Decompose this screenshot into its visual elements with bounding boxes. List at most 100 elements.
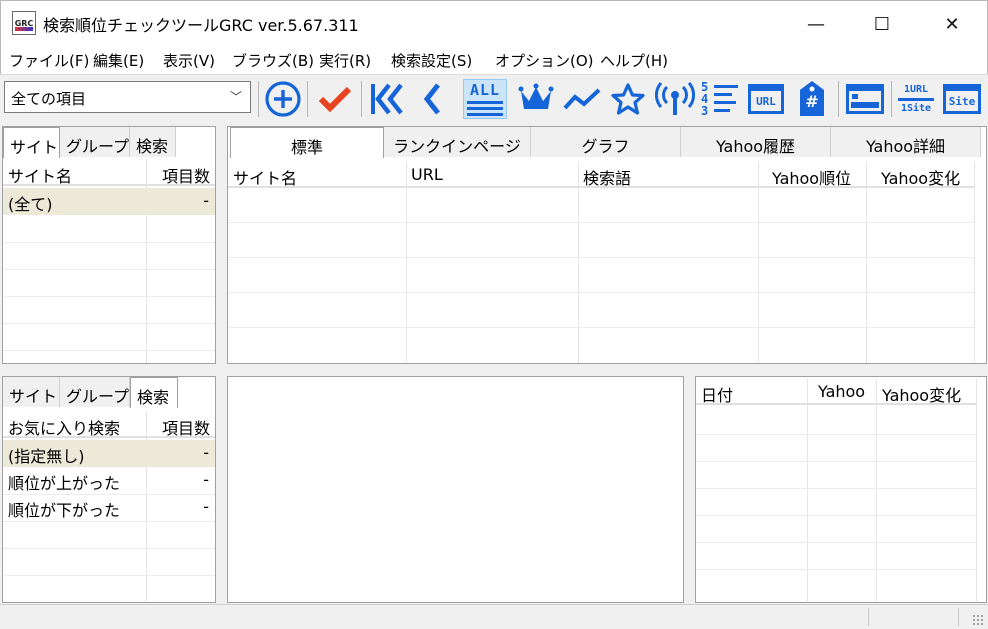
crown-icon bbox=[518, 83, 554, 109]
menu-options[interactable]: オプション(O) bbox=[495, 50, 594, 71]
show-all-button[interactable]: ALL bbox=[463, 79, 507, 119]
column-favorite-search[interactable]: お気に入り検索 bbox=[8, 415, 120, 439]
row-divider bbox=[696, 461, 976, 462]
row-count: - bbox=[203, 470, 209, 489]
column-item-count[interactable]: 項目数 bbox=[162, 415, 210, 439]
check-ranking-button[interactable] bbox=[313, 79, 357, 119]
column-site-name[interactable]: サイト名 bbox=[8, 163, 72, 187]
menu-run[interactable]: 実行(R) bbox=[319, 50, 371, 71]
tab-standard[interactable]: 標準 bbox=[230, 127, 384, 158]
column-item-count[interactable]: 項目数 bbox=[162, 163, 210, 187]
ranked-list-button[interactable]: 5 4 3 bbox=[698, 79, 742, 119]
list-item[interactable]: (指定無し) - bbox=[3, 440, 215, 467]
window-layout-icon bbox=[846, 84, 884, 114]
column-site-name[interactable]: サイト名 bbox=[233, 165, 297, 189]
row-name: 順位が上がった bbox=[8, 474, 121, 493]
menu-edit[interactable]: 編集(E) bbox=[93, 50, 144, 71]
row-divider bbox=[3, 494, 215, 495]
maximize-button[interactable]: ☐ bbox=[859, 1, 905, 47]
close-button[interactable]: ✕ bbox=[929, 1, 975, 47]
one-url-one-site-button[interactable]: 1URL 1Site bbox=[894, 79, 938, 119]
title-bar: GRC 検索順位チェックツールGRC ver.5.67.311 — ☐ ✕ bbox=[0, 0, 988, 46]
toolbar-separator bbox=[891, 81, 892, 117]
tab-site[interactable]: サイト bbox=[3, 127, 60, 158]
site-button[interactable]: Site bbox=[940, 79, 984, 119]
top-rank-button[interactable] bbox=[514, 79, 558, 119]
tab-graph[interactable]: グラフ bbox=[531, 127, 681, 157]
site-list-header: サイト名 項目数 bbox=[3, 160, 215, 186]
broadcast-icon bbox=[655, 82, 695, 115]
column-divider bbox=[578, 162, 579, 363]
tag-button[interactable]: # bbox=[790, 79, 834, 119]
tab-rank-in-page[interactable]: ランクインページ bbox=[384, 127, 531, 157]
row-divider bbox=[3, 548, 215, 549]
column-yahoo-change[interactable]: Yahoo変化 bbox=[881, 165, 960, 189]
row-divider bbox=[3, 323, 215, 324]
row-divider bbox=[3, 350, 215, 351]
trend-button[interactable] bbox=[560, 79, 604, 119]
one-url-one-site-icon: 1URL 1Site bbox=[898, 84, 934, 115]
row-divider bbox=[696, 488, 976, 489]
detail-view-panel[interactable] bbox=[227, 376, 684, 603]
menu-view[interactable]: 表示(V) bbox=[163, 50, 215, 71]
tab-yahoo-history[interactable]: Yahoo履歴 bbox=[681, 127, 831, 157]
resize-grip-icon[interactable] bbox=[972, 614, 984, 626]
toolbar-separator bbox=[361, 81, 362, 117]
row-divider bbox=[3, 242, 215, 243]
history-table-header: 日付 Yahoo Yahoo変化 bbox=[696, 379, 976, 405]
menu-bar: ファイル(F) 編集(E) 表示(V) ブラウズ(B) 実行(R) 検索設定(S… bbox=[0, 46, 988, 74]
url-window-icon: URL bbox=[748, 84, 784, 114]
scope-dropdown[interactable]: 全ての項目 ﹀ bbox=[4, 81, 251, 113]
column-yahoo[interactable]: Yahoo bbox=[818, 382, 865, 401]
tab-search[interactable]: 検索 bbox=[130, 127, 176, 157]
site-list-panel: サイト グループ 検索 サイト名 項目数 (全て) - bbox=[2, 126, 216, 364]
row-name: (指定無し) bbox=[8, 447, 85, 466]
column-divider bbox=[976, 379, 977, 602]
row-divider bbox=[228, 257, 974, 258]
row-count: - bbox=[203, 497, 209, 516]
column-date[interactable]: 日付 bbox=[701, 382, 733, 406]
check-icon bbox=[318, 86, 352, 113]
tab-group[interactable]: グループ bbox=[60, 377, 130, 407]
menu-help[interactable]: ヘルプ(H) bbox=[600, 50, 668, 71]
hashtag-tag-icon: # bbox=[798, 81, 826, 117]
row-divider bbox=[228, 327, 974, 328]
layout-button[interactable] bbox=[843, 79, 887, 119]
row-name: (全て) bbox=[8, 195, 53, 214]
previous-button[interactable] bbox=[410, 79, 454, 119]
favorite-button[interactable] bbox=[606, 79, 650, 119]
favorite-search-panel: サイト グループ 検索 お気に入り検索 項目数 (指定無し) - 順位が上がった… bbox=[2, 376, 216, 603]
first-button[interactable] bbox=[365, 79, 409, 119]
add-button[interactable] bbox=[261, 79, 305, 119]
plus-circle-icon bbox=[265, 81, 301, 117]
tab-site[interactable]: サイト bbox=[3, 377, 60, 407]
menu-file[interactable]: ファイル(F) bbox=[9, 50, 89, 71]
minimize-button[interactable]: — bbox=[793, 1, 839, 47]
double-chevron-left-icon bbox=[371, 83, 403, 115]
toolbar-separator bbox=[838, 81, 839, 117]
menu-browse[interactable]: ブラウズ(B) bbox=[232, 50, 314, 71]
row-count: - bbox=[203, 191, 209, 210]
history-table-panel: 日付 Yahoo Yahoo変化 bbox=[695, 376, 987, 603]
broadcast-button[interactable] bbox=[653, 79, 697, 119]
column-yahoo-rank[interactable]: Yahoo順位 bbox=[772, 165, 851, 189]
column-divider bbox=[866, 162, 867, 363]
status-bar bbox=[0, 604, 988, 629]
status-divider bbox=[958, 608, 959, 626]
row-divider bbox=[3, 521, 215, 522]
list-item[interactable]: 順位が下がった - bbox=[3, 494, 215, 521]
tab-yahoo-detail[interactable]: Yahoo詳細 bbox=[831, 127, 981, 157]
column-url[interactable]: URL bbox=[411, 165, 443, 184]
table-row[interactable]: (全て) - bbox=[3, 188, 215, 215]
column-keyword[interactable]: 検索語 bbox=[583, 165, 631, 189]
ranked-list-icon: 5 4 3 bbox=[701, 81, 739, 117]
url-button[interactable]: URL bbox=[744, 79, 788, 119]
menu-search-settings[interactable]: 検索設定(S) bbox=[391, 50, 472, 71]
list-item[interactable]: 順位が上がった - bbox=[3, 467, 215, 494]
column-yahoo-change[interactable]: Yahoo変化 bbox=[882, 382, 961, 406]
chevron-down-icon: ﹀ bbox=[229, 90, 242, 104]
row-divider bbox=[228, 222, 974, 223]
tab-group[interactable]: グループ bbox=[60, 127, 130, 157]
grc-app-icon: GRC bbox=[12, 11, 36, 35]
tab-search[interactable]: 検索 bbox=[130, 377, 178, 408]
